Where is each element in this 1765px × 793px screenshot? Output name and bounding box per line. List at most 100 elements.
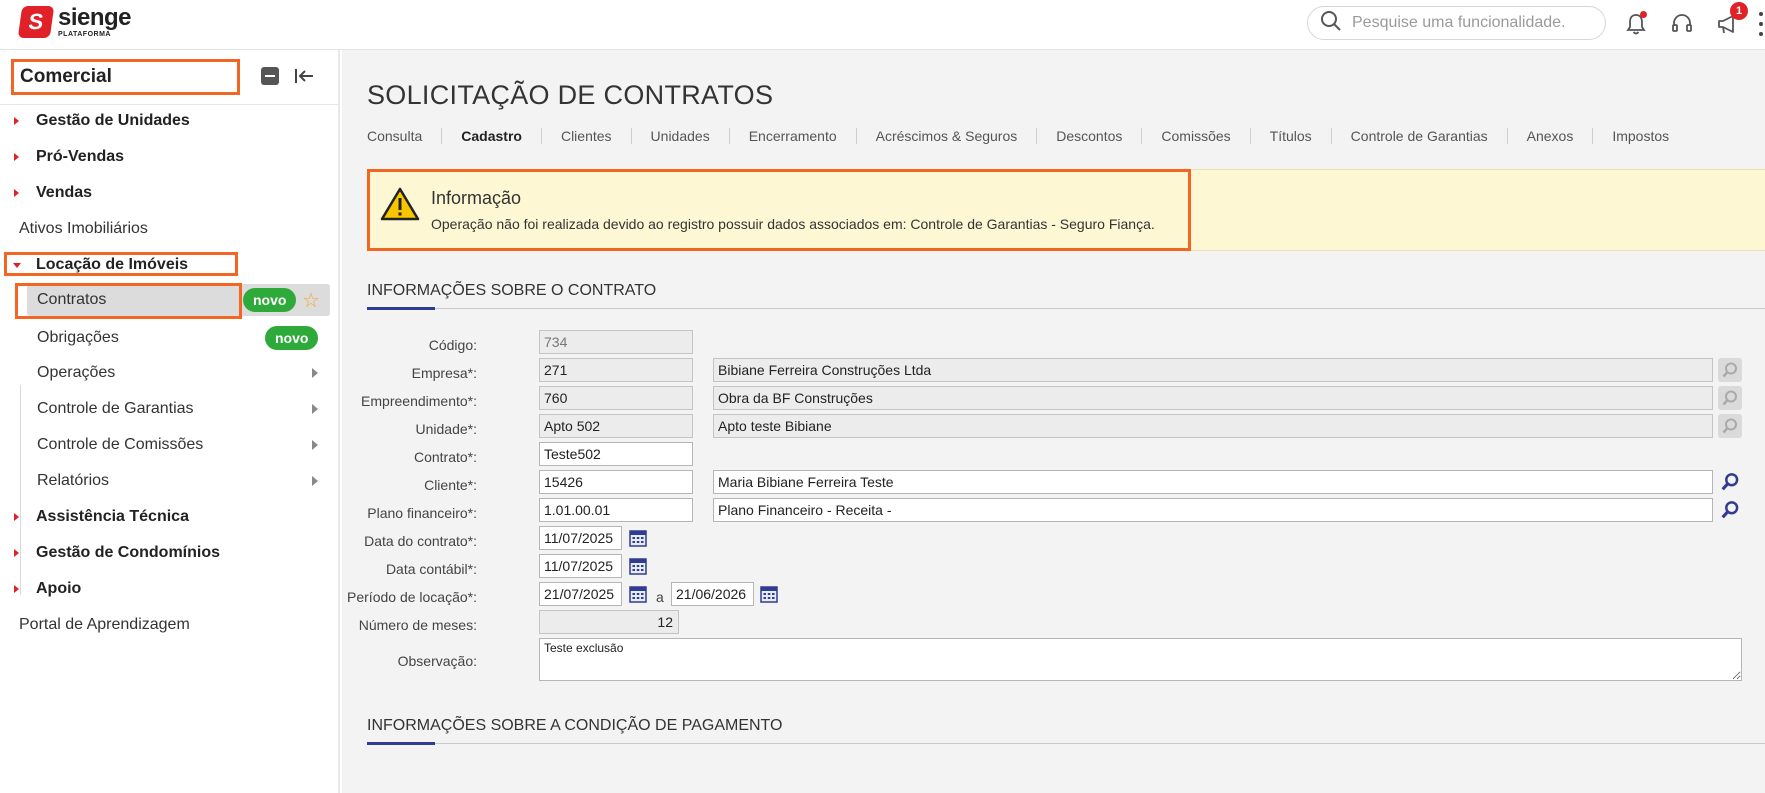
submenu-rail: [20, 385, 21, 595]
main-content: SOLICITAÇÃO DE CONTRATOS Consulta Cadast…: [342, 50, 1765, 793]
plano-name-field[interactable]: Plano Financeiro - Receita -: [713, 498, 1713, 522]
subitem-label: Relatórios: [37, 472, 110, 489]
field-label-observacao: Observação:: [397, 653, 477, 669]
star-icon[interactable]: ☆: [302, 288, 320, 313]
section-title-contrato: INFORMAÇÕES SOBRE O CONTRATO: [367, 282, 657, 299]
period-separator: a: [656, 589, 664, 605]
empreendimento-code-field: 760: [539, 386, 693, 410]
calendar-icon[interactable]: [757, 582, 781, 606]
unidade-name-field: Apto teste Bibiane: [713, 414, 1713, 438]
sienge-logo[interactable]: S sienge PLATAFORMA: [17, 4, 132, 38]
empresa-name-field: Bibiane Ferreira Construções Ltda: [713, 358, 1713, 382]
sidebar-item-label: Portal de Aprendizagem: [19, 616, 190, 633]
sidebar-item-label: Ativos Imobiliários: [19, 220, 148, 237]
empreendimento-name-field: Obra da BF Construções: [713, 386, 1713, 410]
tab-comissoes[interactable]: Comissões: [1142, 128, 1251, 144]
logo-subtitle: PLATAFORMA: [58, 31, 111, 38]
subitem-label: Obrigações: [37, 329, 119, 346]
search-lookup-icon: [1718, 358, 1742, 382]
calendar-icon[interactable]: [626, 582, 650, 606]
tab-bar: Consulta Cadastro Clientes Unidades Ence…: [367, 128, 1688, 144]
calendar-icon[interactable]: [626, 526, 650, 550]
unidade-code-field: Apto 502: [539, 414, 693, 438]
sidebar-item-label: Locação de Imóveis: [36, 256, 189, 273]
cliente-code-field[interactable]: 15426: [539, 470, 693, 494]
field-label-data-contrato: Data do contrato*:: [364, 533, 477, 549]
search-icon: [1320, 10, 1342, 37]
caret-right-icon: [14, 549, 19, 557]
search-lookup-icon: [1718, 386, 1742, 410]
module-title-text: Comercial: [20, 66, 112, 87]
caret-right-icon: [14, 153, 19, 161]
tab-consulta[interactable]: Consulta: [367, 128, 443, 144]
bell-icon[interactable]: [1622, 10, 1650, 38]
notification-dot: [1640, 11, 1647, 18]
search-input[interactable]: [1352, 14, 1592, 32]
calendar-icon[interactable]: [626, 554, 650, 578]
observacao-textarea[interactable]: Teste exclusão: [539, 638, 1742, 681]
contrato-field[interactable]: Teste502: [539, 442, 693, 466]
tab-impostos[interactable]: Impostos: [1593, 128, 1688, 144]
sidebar-module-title: Comercial: [11, 59, 240, 95]
field-label-data-contabil: Data contábil*:: [385, 561, 477, 577]
search-box[interactable]: [1307, 6, 1606, 40]
tab-clientes[interactable]: Clientes: [542, 128, 632, 144]
caret-down-icon: [13, 262, 21, 268]
tab-unidades[interactable]: Unidades: [632, 128, 730, 144]
sidebar-item-label: Gestão de Condomínios: [36, 544, 221, 561]
tab-titulos[interactable]: Títulos: [1251, 128, 1332, 144]
field-label-codigo: Código:: [428, 337, 477, 353]
tab-anexos[interactable]: Anexos: [1508, 128, 1594, 144]
empresa-code-field: 271: [539, 358, 693, 382]
tab-descontos[interactable]: Descontos: [1037, 128, 1143, 144]
more-menu-icon[interactable]: [1758, 12, 1764, 36]
sidebar-item-label: Gestão de Unidades: [36, 112, 190, 129]
search-lookup-icon: [1718, 414, 1742, 438]
subitem-label: Controle de Comissões: [37, 436, 204, 453]
search-lookup-icon[interactable]: [1718, 498, 1742, 522]
sidebar-subitem-contratos[interactable]: Contratos novo ☆: [27, 284, 330, 316]
alert-highlight: [367, 169, 1191, 251]
subitem-label: Operações: [37, 364, 116, 381]
caret-right-icon: [14, 117, 19, 125]
sidebar-item-label: Apoio: [36, 580, 82, 597]
tab-controle-garantias[interactable]: Controle de Garantias: [1332, 128, 1508, 144]
minimize-icon[interactable]: [261, 67, 279, 85]
page-title: SOLICITAÇÃO DE CONTRATOS: [367, 80, 774, 110]
data-contrato-field[interactable]: 11/07/2025: [539, 526, 622, 550]
sidebar-item-label: Pró-Vendas: [36, 148, 125, 165]
logo-name: sienge: [58, 4, 132, 31]
cliente-name-field[interactable]: Maria Bibiane Ferreira Teste: [713, 470, 1713, 494]
caret-right-icon: [14, 189, 19, 197]
data-contabil-field[interactable]: 11/07/2025: [539, 554, 622, 578]
periodo-fim-field[interactable]: 21/06/2026: [671, 582, 754, 606]
field-label-plano: Plano financeiro*:: [367, 505, 477, 521]
sidebar-item-label: Assistência Técnica: [36, 508, 189, 525]
caret-right-icon: [14, 585, 19, 593]
tab-cadastro[interactable]: Cadastro: [442, 128, 542, 144]
logo-mark: S: [17, 6, 55, 38]
tab-encerramento[interactable]: Encerramento: [730, 128, 857, 144]
codigo-field: 734: [539, 330, 693, 354]
subitem-label: Controle de Garantias: [37, 400, 194, 417]
periodo-inicio-field[interactable]: 21/07/2025: [539, 582, 622, 606]
sidebar-item-label: Vendas: [36, 184, 93, 201]
field-label-periodo: Período de locação*:: [347, 589, 477, 605]
field-label-contrato: Contrato*:: [413, 449, 477, 465]
novo-badge: novo: [243, 288, 297, 312]
collapse-sidebar-icon[interactable]: [293, 65, 315, 87]
alert-message: Operação não foi realizada devido ao reg…: [431, 216, 1155, 232]
plano-code-field[interactable]: 1.01.00.01: [539, 498, 693, 522]
field-label-meses: Número de meses:: [358, 617, 477, 633]
top-bar: S sienge PLATAFORMA 1: [0, 0, 1765, 50]
field-label-unidade: Unidade*:: [415, 421, 478, 437]
tab-acrescimos-seguros[interactable]: Acréscimos & Seguros: [857, 128, 1038, 144]
search-lookup-icon[interactable]: [1718, 470, 1742, 494]
headset-icon[interactable]: [1668, 10, 1696, 38]
field-label-cliente: Cliente*:: [424, 477, 477, 493]
megaphone-icon[interactable]: 1: [1714, 2, 1748, 38]
meses-field: 12: [539, 610, 679, 634]
field-label-empresa: Empresa*:: [411, 365, 477, 381]
section-title-pagamento: INFORMAÇÕES SOBRE A CONDIÇÃO DE PAGAMENT…: [367, 717, 783, 734]
field-label-empreendimento: Empreendimento*:: [361, 393, 477, 409]
